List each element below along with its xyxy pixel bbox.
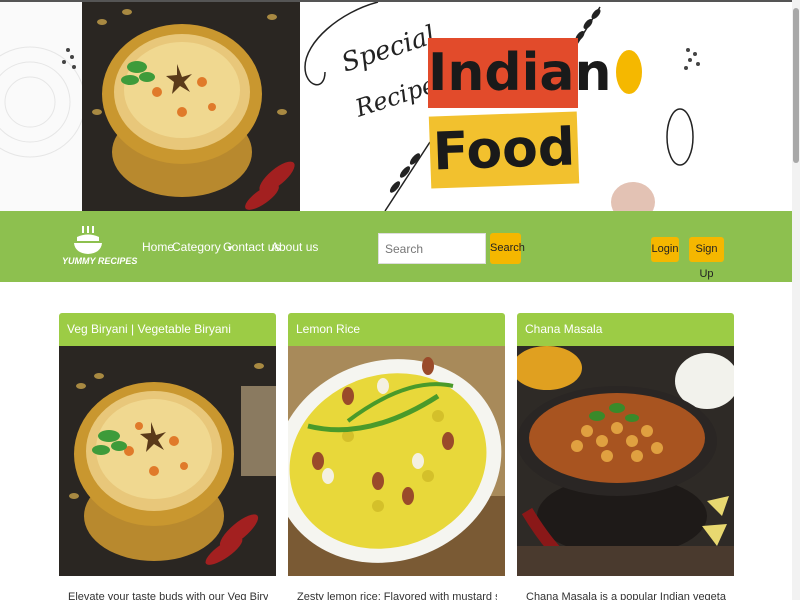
login-button[interactable]: Login (651, 237, 679, 262)
search-input[interactable] (378, 233, 486, 264)
card-description: Elevate your taste buds with our Veg Bir… (68, 591, 268, 600)
chana-masala-image[interactable] (517, 346, 734, 576)
brand-name[interactable]: YUMMY RECIPES (62, 256, 137, 266)
card-title[interactable]: Chana Masala (517, 313, 734, 346)
signup-button[interactable]: Sign Up (689, 237, 724, 280)
banner-indian-tag: Indian (428, 38, 612, 108)
page-scrollbar[interactable] (792, 0, 800, 600)
nav-category-label: Category (172, 240, 221, 254)
card-description: Chana Masala is a popular Indian vegetar… (526, 591, 726, 600)
card-title[interactable]: Lemon Rice (288, 313, 505, 346)
card-description: Zesty lemon rice: Flavored with mustard … (297, 591, 497, 600)
nav-about-link[interactable]: About us (271, 240, 318, 254)
search-button[interactable]: Search (490, 233, 525, 264)
veg-biryani-image[interactable] (59, 346, 276, 576)
scrollbar-thumb[interactable] (793, 8, 799, 163)
banner-mandala-decoration (0, 2, 86, 211)
recipe-card-chana-masala[interactable]: Chana Masala Chana Masala is a popular I… (517, 313, 734, 600)
recipe-card-veg-biryani[interactable]: Veg Biryani | Vegetable Biryani Elevate … (59, 313, 276, 600)
lemon-rice-image[interactable] (288, 346, 505, 576)
recipe-card-lemon-rice[interactable]: Lemon Rice Zesty lemon rice: Flavored wi… (288, 313, 505, 600)
hero-banner: Special Recipes Indian Food (0, 2, 792, 211)
card-title[interactable]: Veg Biryani | Vegetable Biryani (59, 313, 276, 346)
biryani-banner-image (82, 2, 300, 211)
banner-food-tag: Food (428, 111, 580, 189)
nav-home-link[interactable]: Home (142, 240, 174, 254)
